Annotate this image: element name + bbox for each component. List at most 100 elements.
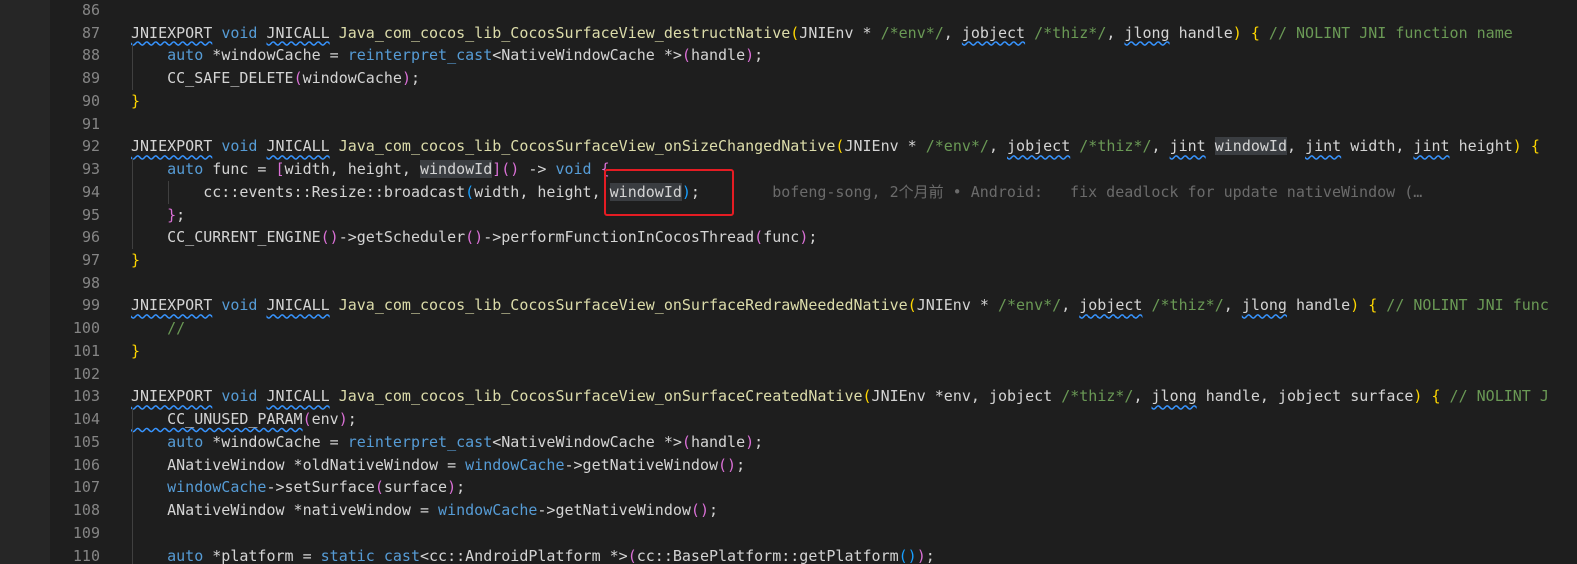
code-token: CC_CURRENT_ENGINE: [131, 228, 321, 247]
code-token: <: [492, 46, 502, 65]
code-token: (: [754, 228, 764, 247]
code-token: void: [221, 137, 258, 156]
code-token: handle: [1286, 296, 1351, 315]
code-text[interactable]: CC_UNUSED_PARAM(env);: [131, 408, 357, 431]
code-token: handle, jobject surface: [1196, 387, 1414, 406]
code-line[interactable]: 100 //: [50, 317, 1577, 340]
line-number: 97: [81, 251, 100, 270]
code-text[interactable]: //: [131, 317, 185, 340]
code-token: handle: [690, 46, 746, 65]
code-line[interactable]: 96 CC_CURRENT_ENGINE()->getScheduler()->…: [50, 226, 1577, 249]
code-line[interactable]: 107 windowCache->setSurface(surface);: [50, 476, 1577, 499]
code-line[interactable]: 88 auto *windowCache = reinterpret_cast<…: [50, 44, 1577, 67]
code-text[interactable]: cc::events::Resize::broadcast(width, hei…: [131, 181, 1422, 204]
code-text[interactable]: JNIEXPORT void JNICALL Java_com_cocos_li…: [131, 135, 1540, 158]
code-token: ,: [1133, 387, 1152, 406]
code-text[interactable]: CC_CURRENT_ENGINE()->getScheduler()->per…: [131, 226, 817, 249]
line-number: 102: [72, 364, 100, 383]
code-text[interactable]: windowCache->setSurface(surface);: [131, 476, 465, 499]
code-token: void: [221, 387, 258, 406]
line-number: 91: [81, 114, 100, 133]
line-number: 110: [72, 546, 100, 564]
code-token: (: [681, 432, 691, 451]
code-token: ): [1232, 23, 1242, 42]
code-token: ->getNativeWindow: [537, 501, 691, 520]
code-token: <cc::AndroidPlatform *>: [420, 546, 628, 564]
code-text[interactable]: CC_SAFE_DELETE(windowCache);: [131, 67, 420, 90]
code-line[interactable]: 103 JNIEXPORT void JNICALL Java_com_cocos…: [50, 385, 1577, 408]
code-text[interactable]: auto *platform = static_cast<cc::Android…: [131, 545, 935, 564]
code-token: ->performFunctionInCocosThread: [483, 228, 755, 247]
code-line[interactable]: 89 CC_SAFE_DELETE(windowCache);: [50, 67, 1577, 90]
code-token: ): [447, 478, 457, 497]
code-token: JNIEXPORT: [131, 23, 213, 42]
code-line[interactable]: 108 ANativeWindow *nativeWindow = window…: [50, 499, 1577, 522]
code-token: reinterpret_cast: [347, 46, 493, 65]
code-text[interactable]: JNIEXPORT void JNICALL Java_com_cocos_li…: [131, 22, 1513, 45]
code-area[interactable]: 86 87 JNIEXPORT void JNICALL Java_com_coco…: [50, 0, 1577, 564]
code-text[interactable]: }: [131, 90, 140, 113]
code-token: JNIEXPORT: [131, 137, 213, 156]
code-line[interactable]: 98: [50, 272, 1577, 295]
code-token: ;: [410, 69, 420, 88]
code-line[interactable]: 110 auto *platform = static_cast<cc::And…: [50, 545, 1577, 564]
code-token: }: [167, 205, 177, 224]
code-line[interactable]: 94 cc::events::Resize::broadcast(width, …: [50, 181, 1577, 204]
code-text[interactable]: JNIEXPORT void JNICALL Java_com_cocos_li…: [131, 385, 1549, 408]
code-token: ;: [925, 546, 935, 564]
code-text[interactable]: JNIEXPORT void JNICALL Java_com_cocos_li…: [131, 294, 1549, 317]
line-number: 87: [81, 23, 100, 42]
code-token: ->: [519, 160, 556, 179]
code-token: // NOLINT JNI func: [1377, 296, 1549, 315]
code-line[interactable]: 109: [50, 522, 1577, 545]
code-line[interactable]: 105 auto *windowCache = reinterpret_cast…: [50, 431, 1577, 454]
code-token: auto: [167, 46, 204, 65]
line-number: 95: [81, 205, 100, 224]
code-line[interactable]: 90}: [50, 90, 1577, 113]
code-token: ,: [988, 137, 1008, 156]
code-text[interactable]: }: [131, 340, 140, 363]
code-editor[interactable]: 86 87 JNIEXPORT void JNICALL Java_com_coco…: [0, 0, 1577, 564]
code-text[interactable]: }: [131, 249, 140, 272]
code-line[interactable]: 106 ANativeWindow *oldNativeWindow = win…: [50, 454, 1577, 477]
indent-guide: [131, 44, 133, 90]
code-line[interactable]: 95 };: [50, 204, 1577, 227]
code-token: CC_SAFE_DELETE: [131, 69, 294, 88]
code-line[interactable]: 92 JNIEXPORT void JNICALL Java_com_cocos_…: [50, 135, 1577, 158]
code-token: JNIEnv *: [916, 296, 998, 315]
code-token: (: [862, 387, 872, 406]
code-text[interactable]: auto *windowCache = reinterpret_cast<Nat…: [131, 44, 763, 67]
code-line[interactable]: 99 JNIEXPORT void JNICALL Java_com_cocos_…: [50, 294, 1577, 317]
code-line[interactable]: 91: [50, 113, 1577, 136]
code-line[interactable]: 104 CC_UNUSED_PARAM(env);: [50, 408, 1577, 431]
code-line[interactable]: 97}: [50, 249, 1577, 272]
code-token: (: [374, 478, 384, 497]
code-token: (: [627, 546, 637, 564]
code-line[interactable]: 86: [50, 0, 1577, 22]
code-text[interactable]: ANativeWindow *oldNativeWindow = windowC…: [131, 454, 745, 477]
code-token: (): [690, 501, 709, 520]
code-token: void: [221, 296, 258, 315]
code-token: jobject: [961, 23, 1026, 42]
code-token: ;: [347, 410, 357, 429]
code-token: *: [203, 46, 222, 65]
code-line[interactable]: 102: [50, 363, 1577, 386]
code-text[interactable]: ANativeWindow *nativeWindow = windowCach…: [131, 499, 718, 522]
code-line[interactable]: 87 JNIEXPORT void JNICALL Java_com_cocos_…: [50, 22, 1577, 45]
code-token: ,: [1286, 137, 1306, 156]
code-text[interactable]: auto *windowCache = reinterpret_cast<Nat…: [131, 431, 763, 454]
code-text[interactable]: auto func = [width, height, windowId]() …: [131, 158, 610, 181]
code-token: /*thiz*/: [1034, 23, 1107, 42]
code-token: auto: [167, 432, 204, 451]
code-line[interactable]: 101}: [50, 340, 1577, 363]
code-text[interactable]: };: [131, 204, 185, 227]
code-token: JNIEnv *: [844, 137, 926, 156]
code-token: surface: [383, 478, 448, 497]
code-token: JNIEXPORT: [131, 296, 213, 315]
code-line[interactable]: 93 auto func = [width, height, windowId]…: [50, 158, 1577, 181]
code-token: (: [790, 23, 800, 42]
code-token: {: [1530, 137, 1540, 156]
